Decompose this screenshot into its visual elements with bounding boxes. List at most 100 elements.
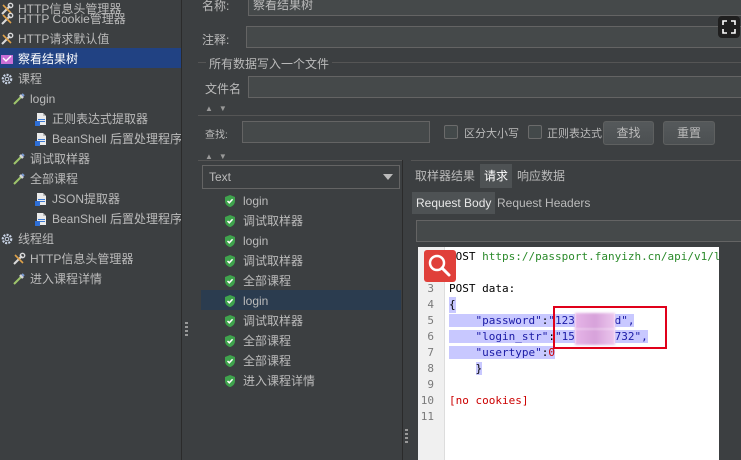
- result-item[interactable]: login: [201, 190, 401, 210]
- success-shield-icon: [223, 294, 237, 308]
- tree-item-9[interactable]: 全部课程: [12, 168, 78, 188]
- result-item[interactable]: 全部课程: [201, 270, 401, 290]
- tree-item-5[interactable]: login: [12, 88, 55, 108]
- tree-item-11[interactable]: BeanShell 后置处理程序: [34, 208, 181, 228]
- splitter-grip-icon[interactable]: [185, 322, 188, 336]
- sampler-pipette-icon: [12, 92, 26, 106]
- tree-item-2[interactable]: HTTP请求默认值: [0, 28, 109, 48]
- comment-field[interactable]: [246, 26, 741, 48]
- tree-item-4[interactable]: 课程: [0, 68, 42, 88]
- tree-item-label: 课程: [18, 71, 43, 86]
- reset-button[interactable]: 重置: [663, 121, 715, 145]
- line-number: 9: [427, 378, 434, 391]
- tab-request[interactable]: 请求: [480, 164, 513, 188]
- result-item[interactable]: 调试取样器: [201, 310, 401, 330]
- result-item-label: 调试取样器: [243, 313, 304, 328]
- vertical-splitter[interactable]: [181, 0, 192, 460]
- tree-item-label: 线程组: [18, 231, 55, 246]
- tree-item-label: 进入课程详情: [30, 271, 103, 286]
- result-item-label: login: [243, 293, 269, 308]
- collapse-arrows-icon[interactable]: ▲▼: [205, 104, 233, 113]
- result-item-label: 全部课程: [243, 273, 292, 288]
- result-item-label: login: [243, 193, 269, 208]
- result-item[interactable]: login: [201, 290, 401, 310]
- tree-item-label: BeanShell 后置处理程序: [52, 131, 181, 146]
- code-line-4: {: [449, 297, 456, 313]
- sampler-pipette-icon: [12, 272, 26, 286]
- result-item[interactable]: 全部课程: [201, 350, 401, 370]
- name-field-value: 察看结果树: [253, 0, 314, 12]
- fieldset-border-right: [332, 62, 741, 63]
- code-line-8: }: [449, 361, 483, 377]
- success-shield-icon: [223, 314, 237, 328]
- tree-item-label: 全部课程: [30, 171, 79, 186]
- tree-item-13[interactable]: HTTP信息头管理器: [12, 248, 133, 268]
- tab-sampler-result[interactable]: 取样器结果: [411, 164, 479, 188]
- postprocessor-doc-icon: [34, 212, 48, 226]
- filename-field[interactable]: [248, 76, 741, 98]
- success-shield-icon: [223, 274, 237, 288]
- result-item[interactable]: 全部课程: [201, 330, 401, 350]
- tree-item-10[interactable]: JSON提取器: [34, 188, 120, 208]
- code-line-7: "usertype":0: [449, 345, 555, 361]
- divider: [198, 115, 741, 116]
- renderer-select[interactable]: Text: [202, 165, 400, 189]
- debug-sampler-pipette-icon: [12, 152, 26, 166]
- tree-item-label: login: [30, 91, 56, 106]
- result-item[interactable]: login: [201, 230, 401, 250]
- expand-icon[interactable]: [718, 16, 740, 38]
- results-splitter[interactable]: [402, 160, 411, 460]
- tree-item-1[interactable]: HTTP Cookie管理器: [0, 8, 126, 28]
- line-number: 4: [427, 298, 434, 311]
- subtab-request-headers[interactable]: Request Headers: [493, 192, 594, 214]
- tree-item-label: HTTP Cookie管理器: [18, 11, 126, 26]
- success-shield-icon: [223, 214, 237, 228]
- result-item-label: 调试取样器: [243, 253, 304, 268]
- result-item[interactable]: 调试取样器: [201, 210, 401, 230]
- code-line-3: POST data:: [449, 282, 516, 295]
- result-item-label: 全部课程: [243, 353, 292, 368]
- renderer-selected-value: Text: [209, 170, 232, 184]
- postprocessor-doc-icon: [34, 132, 48, 146]
- regex-label: 正则表达式: [547, 128, 602, 140]
- highlight-annotation-box: [553, 306, 667, 349]
- request-search-field[interactable]: [416, 220, 741, 242]
- results-tree-icon: [0, 52, 14, 66]
- line-number: 6: [427, 330, 434, 343]
- result-item-label: 全部课程: [243, 333, 292, 348]
- tree-item-label: 调试取样器: [30, 151, 91, 166]
- success-shield-icon: [223, 354, 237, 368]
- find-button[interactable]: 查找: [603, 121, 654, 145]
- subtab-request-body[interactable]: Request Body: [412, 192, 496, 214]
- results-splitter-grip-icon[interactable]: [405, 429, 408, 443]
- tree-item-12[interactable]: 线程组: [0, 228, 54, 248]
- tree-item-label: 正则表达式提取器: [52, 111, 149, 126]
- tree-item-label: 察看结果树: [18, 51, 79, 66]
- tree-item-7[interactable]: BeanShell 后置处理程序: [34, 128, 181, 148]
- tree-item-3[interactable]: 察看结果树: [0, 48, 181, 68]
- magnifier-icon[interactable]: [424, 250, 456, 282]
- regex-checkbox[interactable]: [528, 125, 542, 139]
- line-number: 11: [420, 410, 434, 423]
- tab-response-data[interactable]: 响应数据: [513, 164, 569, 188]
- comment-label: 注释:: [202, 33, 230, 47]
- search-input[interactable]: [242, 121, 430, 143]
- case-sensitive-checkbox[interactable]: [444, 125, 458, 139]
- divider-2: [198, 160, 741, 161]
- result-item[interactable]: 进入课程详情: [201, 370, 401, 390]
- cookie-manager-icon: [0, 12, 14, 26]
- tree-item-8[interactable]: 调试取样器: [12, 148, 90, 168]
- success-shield-icon: [223, 194, 237, 208]
- tree-item-6[interactable]: 正则表达式提取器: [34, 108, 148, 128]
- filename-label: 文件名: [205, 82, 242, 96]
- search-label: 查找:: [205, 130, 228, 141]
- tree-item-14[interactable]: 进入课程详情: [12, 268, 102, 288]
- result-item[interactable]: 调试取样器: [201, 250, 401, 270]
- name-field[interactable]: 察看结果树: [248, 0, 741, 16]
- thread-group-gear-icon: [0, 232, 14, 246]
- line-number: 3: [427, 282, 434, 295]
- request-body-editor[interactable]: 1234567891011 POST https://passport.fany…: [418, 247, 719, 460]
- line-number: 7: [427, 346, 434, 359]
- success-shield-icon: [223, 234, 237, 248]
- tree-item-label: HTTP请求默认值: [18, 31, 110, 46]
